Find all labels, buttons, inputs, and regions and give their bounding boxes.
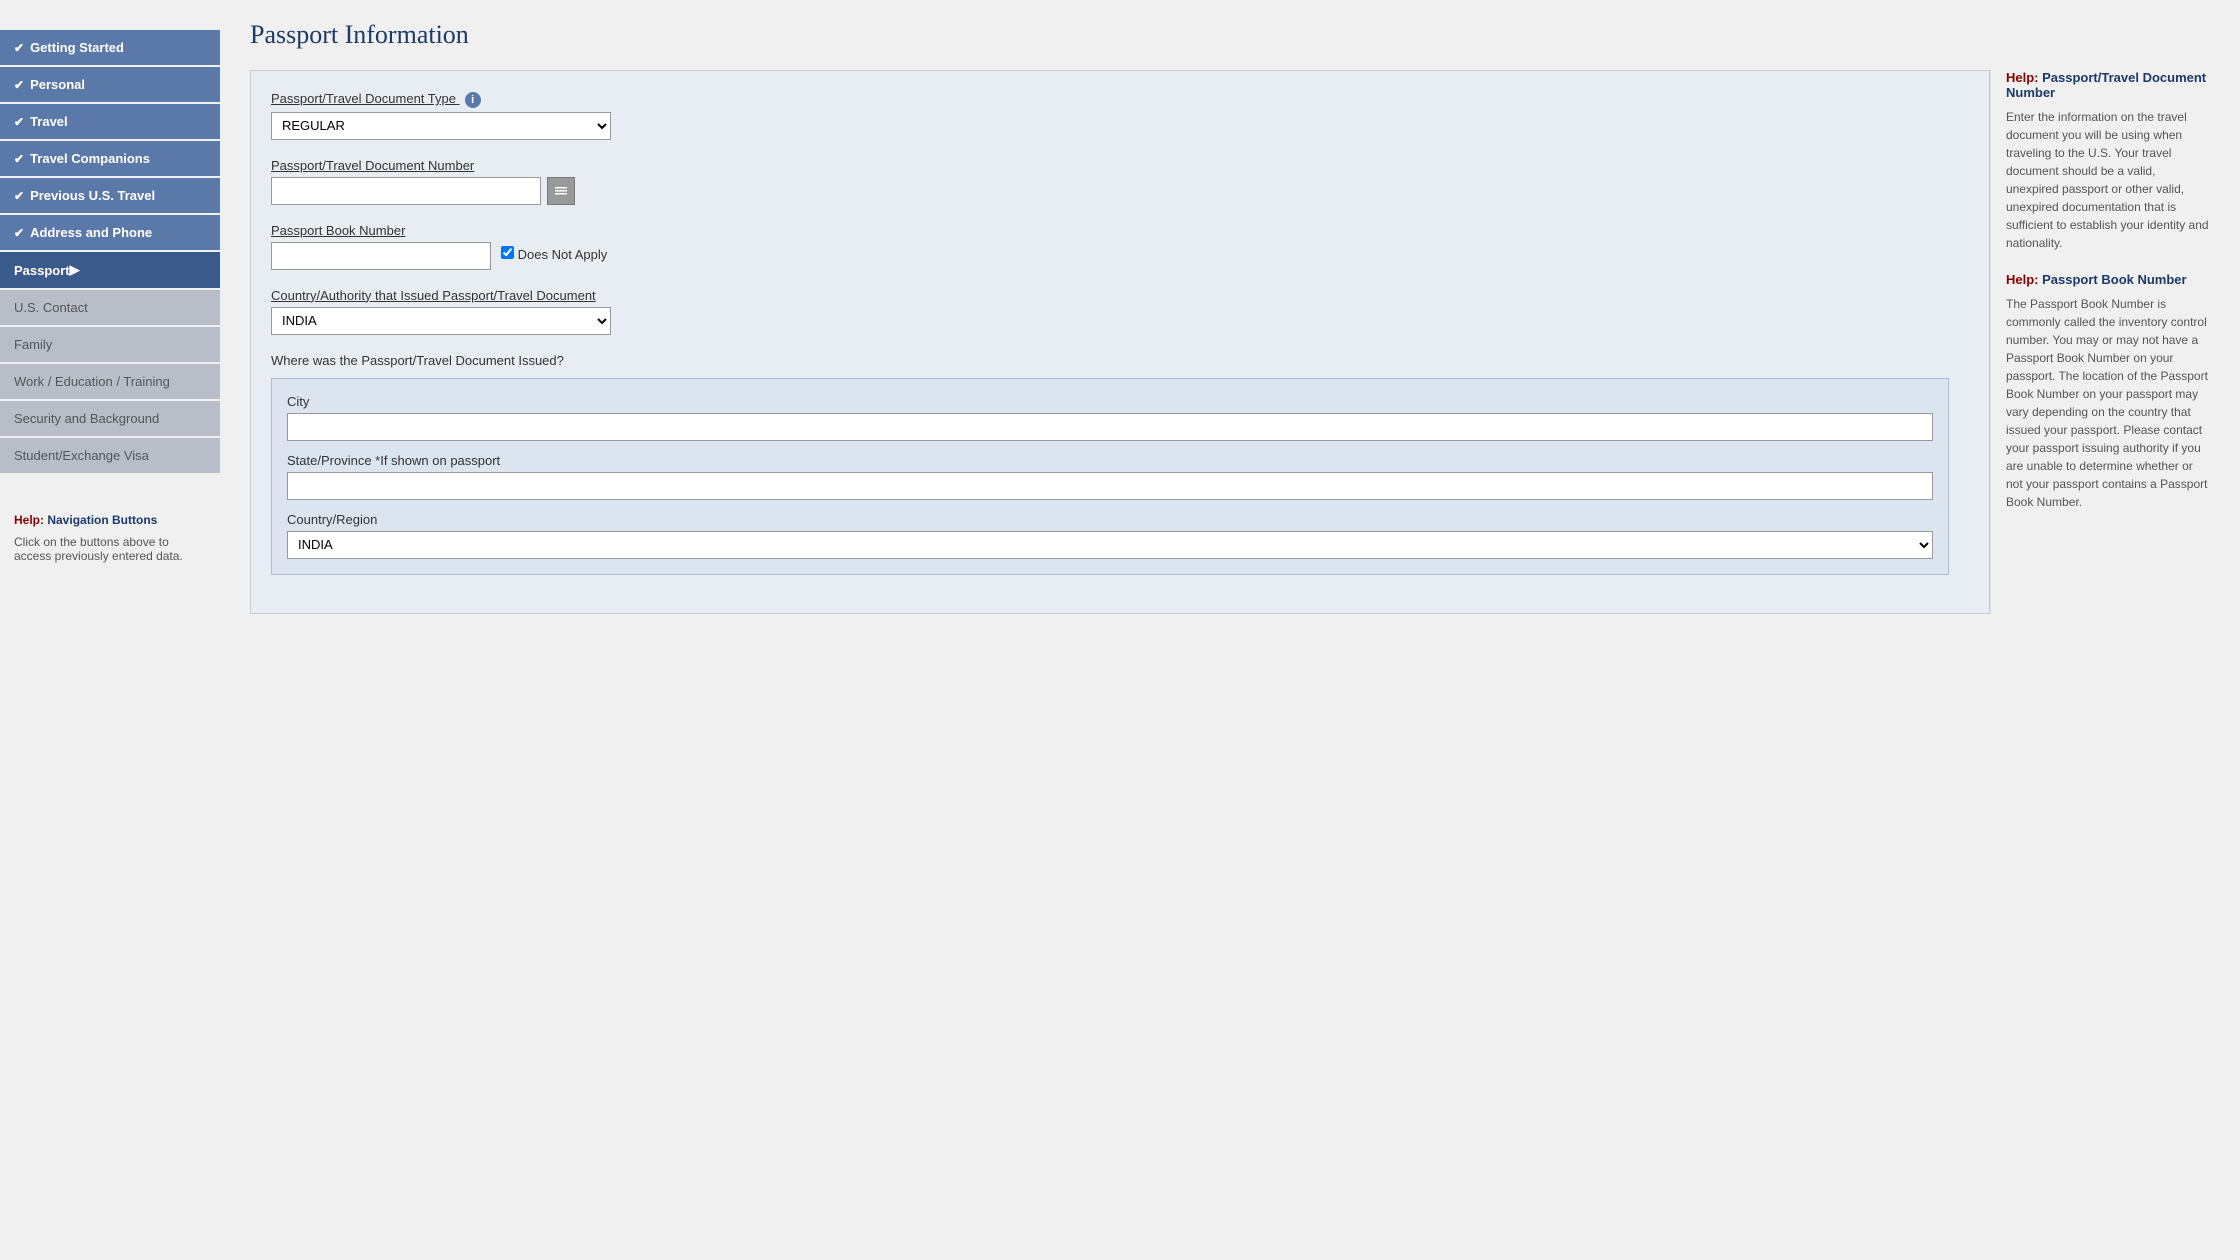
doc-number-row <box>271 177 1949 205</box>
arrow-icon: ▶ <box>70 262 80 278</box>
does-not-apply-checkbox[interactable] <box>501 246 514 259</box>
sidebar-item-label: Personal <box>30 77 85 92</box>
doc-number-label: Passport/Travel Document Number <box>271 158 1949 173</box>
does-not-apply-label: Does Not Apply <box>501 246 607 262</box>
doc-type-info-icon[interactable]: i <box>465 92 481 108</box>
help-label-1: Help: <box>2006 70 2039 85</box>
sidebar: ✔ Getting Started ✔ Personal ✔ Travel ✔ Travel … <box>0 0 220 1260</box>
book-number-group: Passport Book Number Does Not Apply <box>271 223 1949 270</box>
help-body-2: The Passport Book Number is commonly cal… <box>2006 295 2210 511</box>
sidebar-item-label: Previous U.S. Travel <box>30 188 155 203</box>
check-icon: ✔ <box>14 78 24 92</box>
country-region-select[interactable]: INDIAUNITED STATESUNITED KINGDOMCHINAOTH… <box>287 531 1933 559</box>
issuing-country-label: Country/Authority that Issued Passport/T… <box>271 288 1949 303</box>
help-heading-2: Help: Passport Book Number <box>2006 272 2210 287</box>
form-section: Passport/Travel Document Type i REGULARO… <box>271 91 1969 575</box>
doc-type-group: Passport/Travel Document Type i REGULARO… <box>271 91 1949 140</box>
sidebar-item-label: Travel Companions <box>30 151 150 166</box>
book-number-row: Does Not Apply <box>271 242 1949 270</box>
content-row: Passport/Travel Document Type i REGULARO… <box>250 70 2210 614</box>
check-icon: ✔ <box>14 226 24 240</box>
sidebar-item-student-exchange-visa[interactable]: Student/Exchange Visa <box>0 438 220 473</box>
form-panel: Passport/Travel Document Type i REGULARO… <box>250 70 1990 614</box>
city-label: City <box>287 394 1933 409</box>
help-block-1: Help: Passport/Travel Document Number En… <box>2006 70 2210 252</box>
check-icon: ✔ <box>14 41 24 55</box>
sidebar-item-work-education-training[interactable]: Work / Education / Training <box>0 364 220 399</box>
doc-number-group: Passport/Travel Document Number <box>271 158 1949 205</box>
sidebar-item-label: Family <box>14 337 52 352</box>
issued-where-box: City State/Province *If shown on passpor… <box>271 378 1949 575</box>
help-heading-1: Help: Passport/Travel Document Number <box>2006 70 2210 100</box>
sidebar-item-passport[interactable]: Passport▶ <box>0 252 220 288</box>
doc-number-input[interactable] <box>271 177 541 205</box>
sidebar-item-label: Student/Exchange Visa <box>14 448 149 463</box>
sidebar-help-body: Click on the buttons above to access pre… <box>14 535 206 563</box>
sidebar-item-personal[interactable]: ✔ Personal <box>0 67 220 102</box>
book-number-label: Passport Book Number <box>271 223 1949 238</box>
help-label-2: Help: <box>2006 272 2039 287</box>
sidebar-item-label: Getting Started <box>30 40 124 55</box>
sidebar-item-label: Security and Background <box>14 411 159 426</box>
state-label: State/Province *If shown on passport <box>287 453 1933 468</box>
sidebar-item-travel[interactable]: ✔ Travel <box>0 104 220 139</box>
help-section: Help: Passport/Travel Document Number En… <box>1990 70 2210 614</box>
sidebar-item-travel-companions[interactable]: ✔ Travel Companions <box>0 141 220 176</box>
check-icon: ✔ <box>14 189 24 203</box>
scan-icon[interactable] <box>547 177 575 205</box>
sidebar-item-label: Travel <box>30 114 68 129</box>
country-region-label: Country/Region <box>287 512 1933 527</box>
city-input[interactable] <box>287 413 1933 441</box>
sidebar-item-security-background[interactable]: Security and Background <box>0 401 220 436</box>
sidebar-item-getting-started[interactable]: ✔ Getting Started <box>0 30 220 65</box>
check-icon: ✔ <box>14 115 24 129</box>
help-body-1: Enter the information on the travel docu… <box>2006 108 2210 252</box>
issued-where-group: Where was the Passport/Travel Document I… <box>271 353 1949 575</box>
sidebar-item-label: Address and Phone <box>30 225 152 240</box>
issuing-country-group: Country/Authority that Issued Passport/T… <box>271 288 1949 335</box>
issuing-country-select[interactable]: INDIAUNITED STATESUNITED KINGDOMCHINAOTH… <box>271 307 611 335</box>
sidebar-item-previous-us-travel[interactable]: ✔ Previous U.S. Travel <box>0 178 220 213</box>
issued-where-title: Where was the Passport/Travel Document I… <box>271 353 1949 368</box>
page-title: Passport Information <box>250 20 2210 50</box>
sidebar-help-topic: Navigation Buttons <box>47 513 157 527</box>
doc-type-select[interactable]: REGULAROFFICIALDIPLOMATICOTHER <box>271 112 611 140</box>
sidebar-item-family[interactable]: Family <box>0 327 220 362</box>
sidebar-help-title: Help: Navigation Buttons <box>14 513 206 527</box>
state-input[interactable] <box>287 472 1933 500</box>
help-block-2: Help: Passport Book Number The Passport … <box>2006 272 2210 511</box>
sidebar-item-us-contact[interactable]: U.S. Contact <box>0 290 220 325</box>
sidebar-item-address-and-phone[interactable]: ✔ Address and Phone <box>0 215 220 250</box>
book-number-input[interactable] <box>271 242 491 270</box>
main-content: Passport Information Passport/Travel Doc… <box>220 0 2240 1260</box>
sidebar-item-label: U.S. Contact <box>14 300 88 315</box>
sidebar-help-label: Help: <box>14 513 44 527</box>
check-icon: ✔ <box>14 152 24 166</box>
sidebar-item-label: Work / Education / Training <box>14 374 170 389</box>
sidebar-item-label: Passport <box>14 263 70 278</box>
doc-type-label: Passport/Travel Document Type i <box>271 91 1949 108</box>
sidebar-help: Help: Navigation Buttons Click on the bu… <box>0 503 220 573</box>
help-topic-2: Passport Book Number <box>2042 272 2186 287</box>
